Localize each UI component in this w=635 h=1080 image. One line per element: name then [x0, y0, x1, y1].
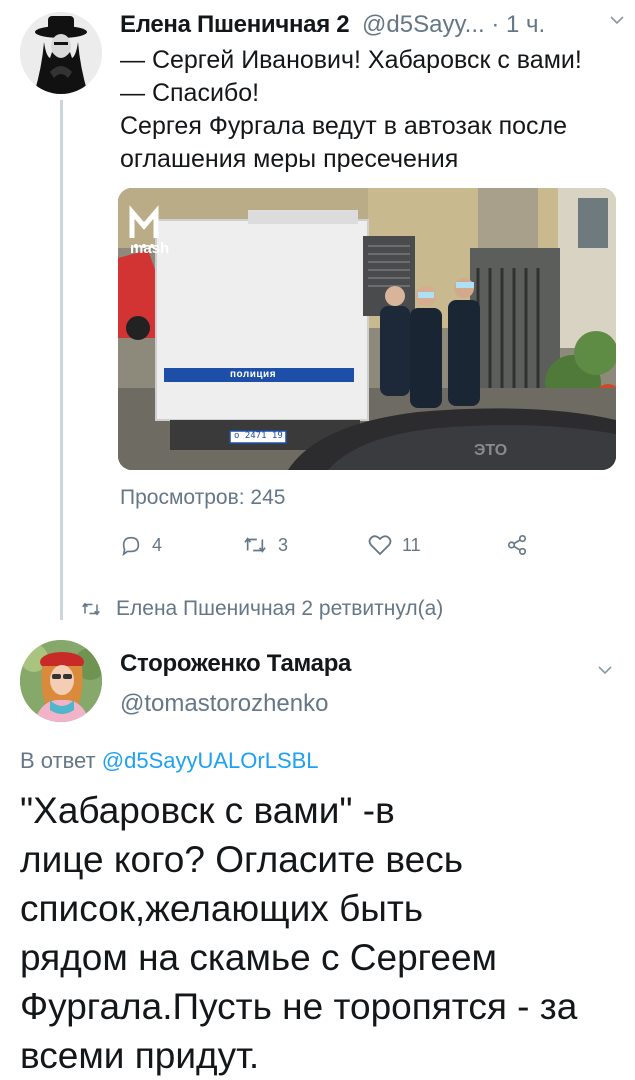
author-name[interactable]: Елена Пшеничная 2 [120, 11, 350, 38]
van-label: полиция [230, 369, 277, 380]
tweet-text: — Сергей Иванович! Хабаровск с вами! — С… [120, 44, 625, 176]
media-watermark: mash [130, 240, 170, 257]
reply-context: В ответ @d5SayyUALOrLSBL [20, 748, 319, 774]
tweet-line: лице кого? Огласите весь [20, 839, 463, 880]
avatar-portrait [20, 12, 102, 94]
like-icon [368, 535, 392, 556]
tweet-line: Сергея Фургала ведут в автозак после [120, 112, 568, 140]
tweet-media-video[interactable]: mash полиция о 2471 19 ЭТО [118, 188, 616, 470]
chevron-down-icon[interactable] [609, 12, 625, 28]
avatar[interactable] [20, 640, 102, 722]
retweet-button[interactable]: 3 [242, 530, 288, 560]
tweet-line: список,желающих быть [20, 888, 424, 929]
retweet-context[interactable]: Елена Пшеничная 2 ретвитнул(а) [80, 594, 443, 624]
car-reflection-text: ЭТО [474, 442, 508, 459]
avatar[interactable] [20, 12, 102, 94]
avatar-portrait [20, 640, 102, 722]
like-button[interactable]: 11 [368, 530, 421, 560]
tweet-line: Фургала.Пусть не торопятся - за [20, 986, 578, 1027]
views-count: Просмотров: 245 [120, 486, 286, 509]
thread-line [60, 100, 63, 620]
tweet-1[interactable]: Елена Пшеничная 2 @d5Sayy... · 1 ч. — Се… [0, 0, 635, 620]
author-name[interactable]: Стороженко Тамара [120, 650, 351, 678]
media-image [118, 188, 616, 470]
tweet-header: Елена Пшеничная 2 @d5Sayy... · 1 ч. [120, 8, 625, 42]
retweet-icon [244, 537, 266, 553]
share-button[interactable] [506, 530, 538, 560]
tweet-line: всеми придут. [20, 1035, 260, 1076]
tweet-line: оглашения меры пресечения [120, 145, 459, 173]
like-count: 11 [402, 534, 421, 555]
tweet-text: "Хабаровск с вами" -в лице кого? Огласит… [20, 786, 620, 1080]
tweet-line: "Хабаровск с вами" -в [20, 790, 395, 831]
retweet-icon [82, 602, 100, 616]
retweet-count: 3 [278, 534, 289, 555]
chevron-down-icon[interactable] [597, 662, 613, 678]
author-handle[interactable]: @tomastorozhenko [120, 690, 328, 718]
reply-icon [122, 536, 140, 556]
tweet-line: рядом на скамье с Сергеем [20, 937, 497, 978]
tweet-line: — Сергей Иванович! Хабаровск с вами! [120, 46, 582, 74]
reply-count: 4 [152, 534, 163, 555]
author-handle[interactable]: @d5Sayy... [362, 11, 485, 38]
tweet-actions: 4 3 11 [120, 530, 590, 560]
retweet-context-label: Елена Пшеничная 2 ретвитнул(а) [116, 597, 444, 620]
tweet-line: — Спасибо! [120, 79, 260, 107]
reply-mention-link[interactable]: @d5SayyUALOrLSBL [102, 748, 319, 773]
share-icon [507, 535, 527, 555]
reply-label: В ответ [20, 748, 96, 773]
reply-button[interactable]: 4 [120, 530, 162, 560]
tweet-time[interactable]: · 1 ч. [491, 11, 545, 38]
van-plate: о 2471 19 [234, 431, 283, 441]
